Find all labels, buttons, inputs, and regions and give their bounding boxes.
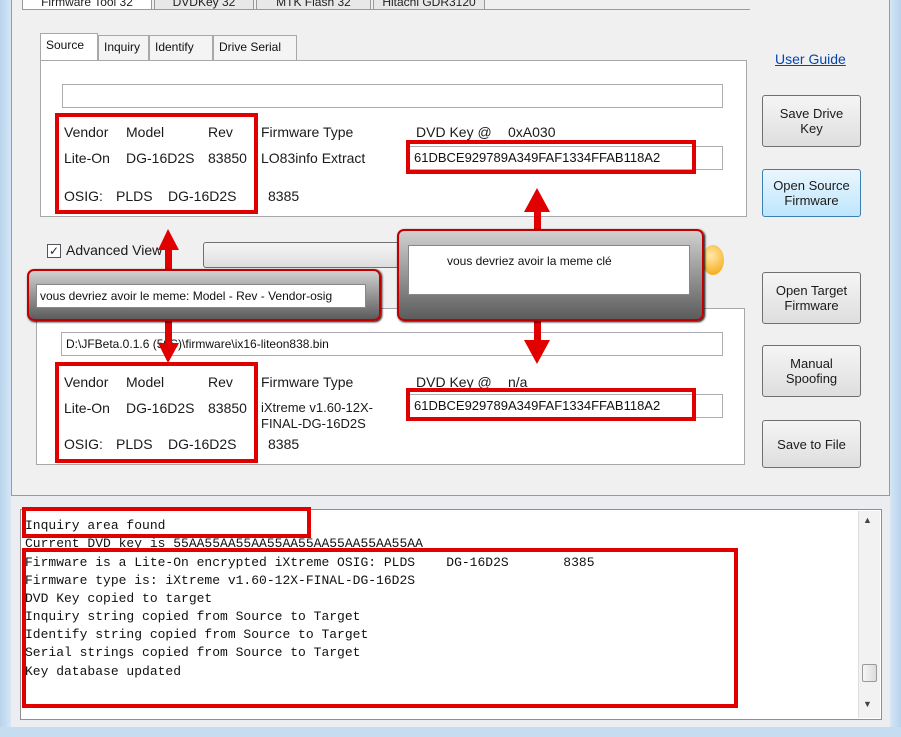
annotation-callout-left: vous devriez avoir le meme: Model - Rev … [27, 269, 381, 321]
arrow-down-right [524, 340, 550, 364]
annotation-callout-right: vous devriez avoir la meme clé [397, 229, 704, 321]
annotation-text-right: vous devriez avoir la meme clé [408, 245, 690, 295]
annotation-text-left: vous devriez avoir le meme: Model - Rev … [36, 284, 366, 308]
arrow-up-left [158, 229, 179, 250]
arrow-up-right [524, 188, 550, 212]
arrow-down-left [158, 343, 179, 363]
annotation-arrows [158, 188, 550, 364]
arrow-down-right-shaft [534, 321, 541, 343]
